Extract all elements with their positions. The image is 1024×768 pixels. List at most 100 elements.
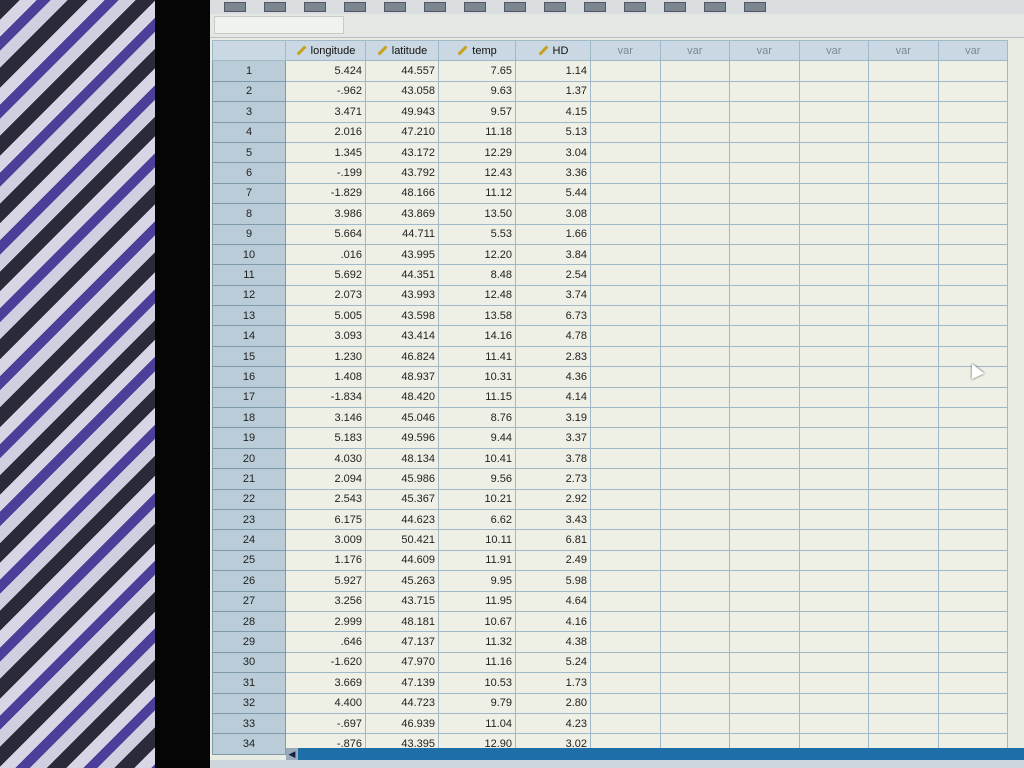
cell-hd[interactable]: 4.14 xyxy=(515,386,591,409)
empty-cell[interactable] xyxy=(798,407,869,429)
cell-latitude[interactable]: 48.937 xyxy=(365,366,439,388)
empty-cell[interactable] xyxy=(937,203,1008,225)
row-number[interactable]: 14 xyxy=(212,325,286,347)
empty-cell[interactable] xyxy=(798,345,869,368)
empty-cell[interactable] xyxy=(659,203,730,225)
cell-longitude[interactable]: 1.345 xyxy=(285,141,366,164)
empty-cell[interactable] xyxy=(937,712,1008,735)
empty-cell[interactable] xyxy=(590,549,661,572)
cell-latitude[interactable]: 43.598 xyxy=(365,305,439,327)
cell-hd[interactable]: 3.43 xyxy=(515,508,591,531)
cell-hd[interactable]: 2.73 xyxy=(515,468,591,490)
empty-cell[interactable] xyxy=(937,590,1008,612)
row-number[interactable]: 11 xyxy=(212,264,286,286)
empty-cell[interactable] xyxy=(868,345,939,368)
empty-cell[interactable] xyxy=(590,101,661,123)
empty-cell[interactable] xyxy=(868,570,939,592)
empty-cell[interactable] xyxy=(868,305,939,327)
cell-temp[interactable]: 9.56 xyxy=(438,468,516,490)
corner-cell[interactable] xyxy=(212,39,286,62)
cell-temp[interactable]: 12.43 xyxy=(438,162,516,184)
empty-cell[interactable] xyxy=(937,692,1008,714)
empty-cell[interactable] xyxy=(659,590,730,612)
cell-temp[interactable]: 10.31 xyxy=(438,366,516,388)
cell-temp[interactable]: 9.79 xyxy=(438,692,516,714)
row-number[interactable]: 21 xyxy=(212,468,286,490)
cell-latitude[interactable]: 45.367 xyxy=(365,488,439,510)
empty-cell[interactable] xyxy=(729,508,800,531)
empty-cell[interactable] xyxy=(868,508,939,531)
empty-cell[interactable] xyxy=(729,447,800,470)
empty-cell[interactable] xyxy=(659,264,730,286)
cell-latitude[interactable]: 43.172 xyxy=(365,141,439,164)
empty-cell[interactable] xyxy=(659,570,730,592)
empty-cell[interactable] xyxy=(590,325,661,347)
row-number[interactable]: 31 xyxy=(212,672,286,694)
empty-cell[interactable] xyxy=(798,610,869,633)
cell-latitude[interactable]: 44.609 xyxy=(365,549,439,572)
empty-cell[interactable] xyxy=(937,570,1008,592)
cell-temp[interactable]: 10.53 xyxy=(438,672,516,694)
empty-cell[interactable] xyxy=(937,264,1008,286)
cell-longitude[interactable]: 2.543 xyxy=(285,488,366,510)
empty-cell[interactable] xyxy=(798,631,869,653)
cell-longitude[interactable]: 3.256 xyxy=(285,590,366,612)
empty-cell[interactable] xyxy=(798,264,869,286)
row-number[interactable]: 12 xyxy=(212,284,286,307)
cell-hd[interactable]: 3.04 xyxy=(515,141,591,164)
cell-longitude[interactable]: 3.471 xyxy=(285,101,366,123)
cell-longitude[interactable]: 5.424 xyxy=(285,60,366,82)
empty-cell[interactable] xyxy=(659,447,730,470)
row-number[interactable]: 9 xyxy=(212,223,286,245)
cell-longitude[interactable]: -.962 xyxy=(285,80,366,103)
cell-temp[interactable]: 11.15 xyxy=(438,386,516,409)
empty-cell[interactable] xyxy=(590,305,661,327)
empty-cell[interactable] xyxy=(659,223,730,245)
split-file-icon[interactable] xyxy=(704,2,726,12)
goto-variable-icon[interactable] xyxy=(504,2,526,12)
empty-cell[interactable] xyxy=(868,427,939,449)
cell-longitude[interactable]: 5.005 xyxy=(285,305,366,327)
empty-cell[interactable] xyxy=(937,141,1008,164)
cell-longitude[interactable]: 3.669 xyxy=(285,672,366,694)
cell-temp[interactable]: 10.21 xyxy=(438,488,516,510)
cell-latitude[interactable]: 45.046 xyxy=(365,407,439,429)
empty-cell[interactable] xyxy=(868,121,939,143)
cell-hd[interactable]: 3.74 xyxy=(515,284,591,307)
empty-cell[interactable] xyxy=(729,529,800,551)
empty-cell[interactable] xyxy=(590,80,661,103)
cell-longitude[interactable]: 5.664 xyxy=(285,223,366,245)
cell-longitude[interactable]: 2.073 xyxy=(285,284,366,307)
cell-longitude[interactable]: 4.030 xyxy=(285,447,366,470)
empty-cell[interactable] xyxy=(659,305,730,327)
cell-longitude[interactable]: .016 xyxy=(285,243,366,266)
empty-cell[interactable] xyxy=(798,182,869,205)
cell-hd[interactable]: 5.24 xyxy=(515,651,591,674)
cell-longitude[interactable]: -1.620 xyxy=(285,651,366,674)
empty-cell[interactable] xyxy=(659,427,730,449)
empty-cell[interactable] xyxy=(868,141,939,164)
empty-cell[interactable] xyxy=(659,182,730,205)
cell-latitude[interactable]: 44.557 xyxy=(365,60,439,82)
empty-cell[interactable] xyxy=(659,243,730,266)
cell-longitude[interactable]: -.697 xyxy=(285,712,366,735)
empty-cell[interactable] xyxy=(729,203,800,225)
cell-hd[interactable]: 1.66 xyxy=(515,223,591,245)
scroll-left-icon[interactable]: ◀ xyxy=(286,748,298,760)
cell-hd[interactable]: 3.08 xyxy=(515,203,591,225)
empty-cell[interactable] xyxy=(798,60,869,82)
empty-cell[interactable] xyxy=(868,60,939,82)
empty-cell[interactable] xyxy=(937,182,1008,205)
cell-value-input[interactable] xyxy=(214,16,344,34)
row-number[interactable]: 32 xyxy=(212,692,286,714)
cell-hd[interactable]: 4.36 xyxy=(515,366,591,388)
cell-latitude[interactable]: 48.181 xyxy=(365,610,439,633)
cell-latitude[interactable]: 46.939 xyxy=(365,712,439,735)
cell-temp[interactable]: 11.41 xyxy=(438,345,516,368)
row-number[interactable]: 27 xyxy=(212,590,286,612)
empty-cell[interactable] xyxy=(798,366,869,388)
empty-cell[interactable] xyxy=(937,407,1008,429)
empty-cell[interactable] xyxy=(798,651,869,674)
empty-cell[interactable] xyxy=(868,712,939,735)
cell-temp[interactable]: 11.12 xyxy=(438,182,516,205)
